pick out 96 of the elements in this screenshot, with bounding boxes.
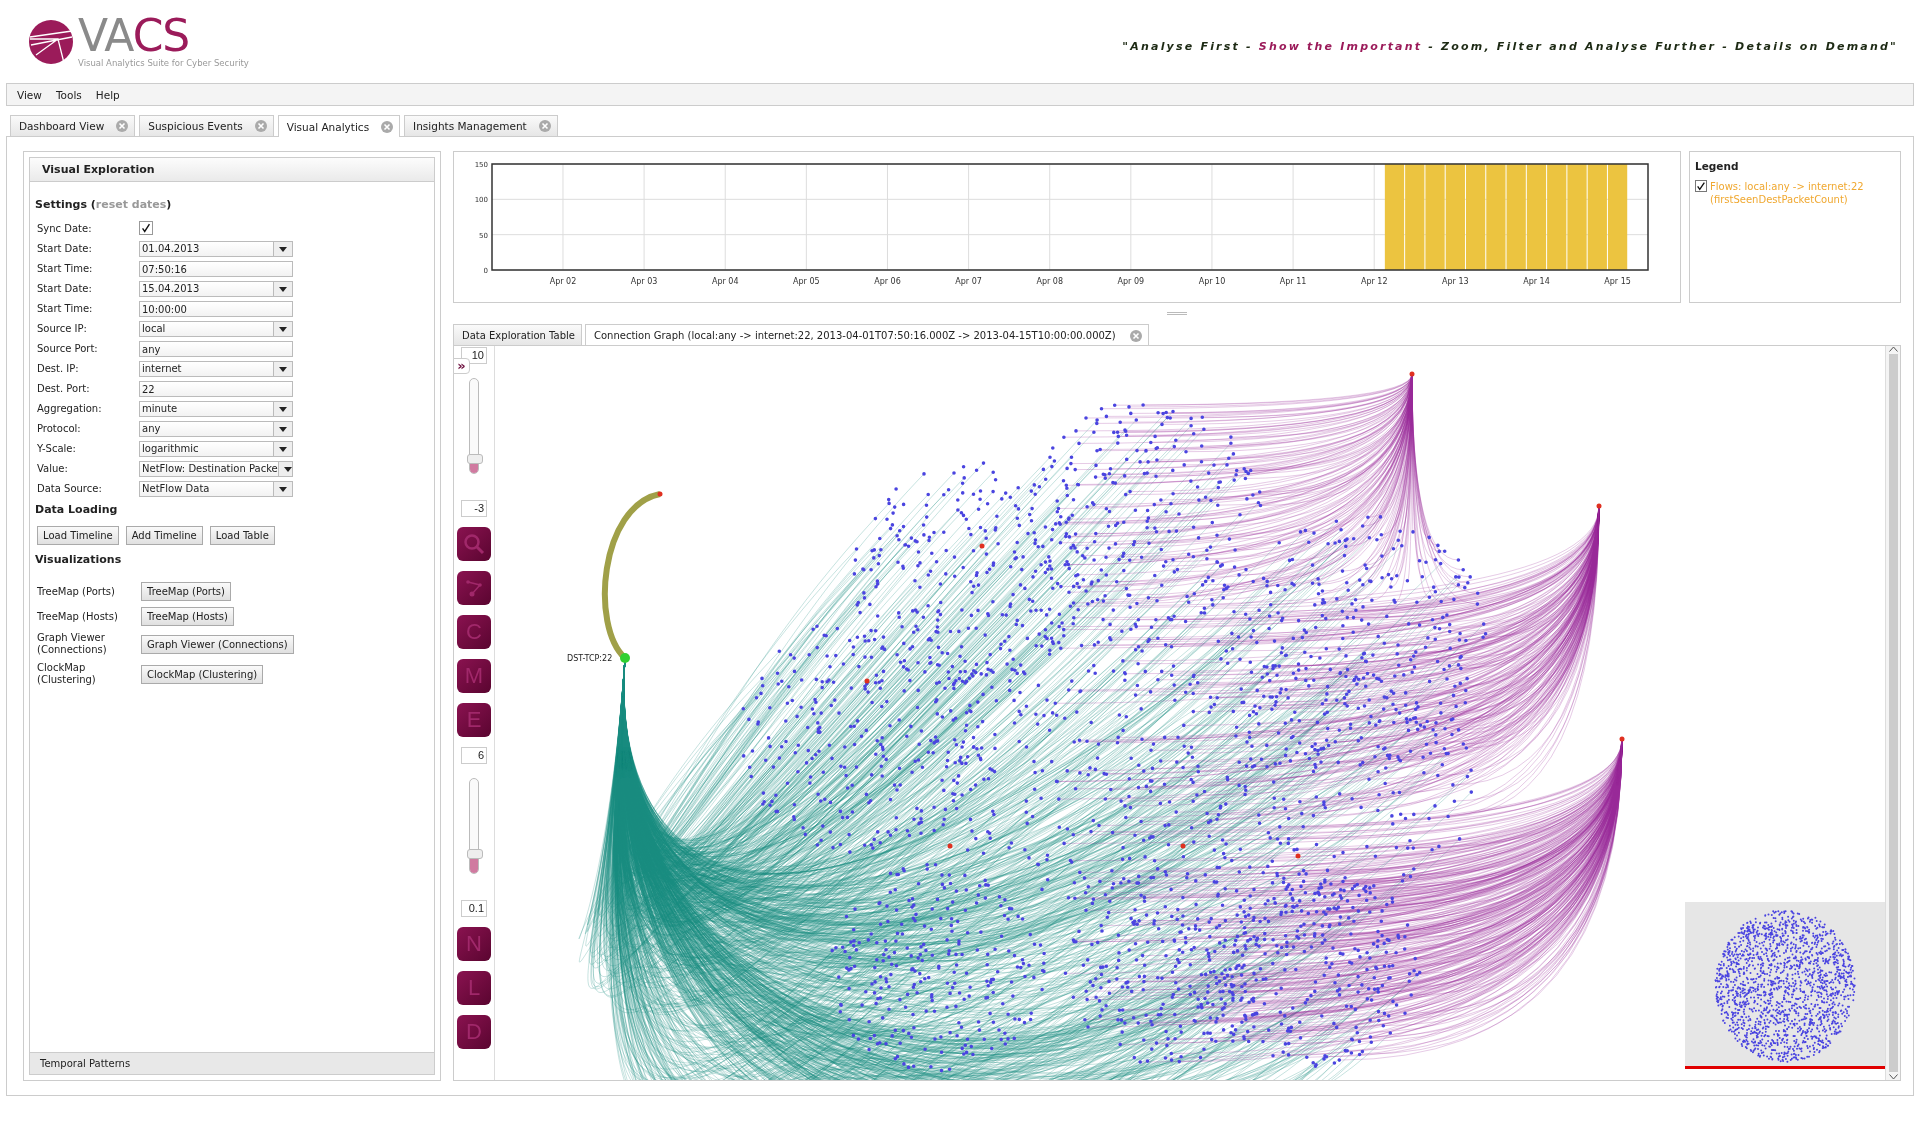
input-field[interactable]: 10:00:00	[139, 301, 293, 317]
dropdown[interactable]: local	[139, 321, 293, 337]
logo-icon	[28, 18, 74, 65]
input-field[interactable]: 22	[139, 381, 293, 397]
axis-label: Apr 14	[1523, 277, 1550, 286]
axis-label: Apr 04	[711, 277, 739, 286]
caret-icon[interactable]	[279, 326, 287, 332]
scrollbar[interactable]	[1885, 346, 1900, 1080]
panel-title: Visual Exploration	[30, 158, 434, 182]
tab[interactable]: Insights Management	[404, 115, 558, 136]
legend-checkbox[interactable]	[1695, 180, 1707, 192]
visualization-button[interactable]: TreeMap (Ports)	[141, 582, 231, 601]
dropdown[interactable]: logarithmic	[139, 441, 293, 457]
tab[interactable]: Suspicious Events	[139, 115, 274, 136]
tab[interactable]: Data Exploration Table	[453, 324, 582, 345]
field-label: Sync Date:	[37, 222, 93, 236]
section-title: Data Loading	[35, 503, 119, 516]
load-button[interactable]: Add Timeline	[125, 526, 203, 545]
caret-icon[interactable]	[279, 366, 287, 372]
visualization-button[interactable]: TreeMap (Hosts)	[141, 607, 234, 626]
field-label: Dest. Port:	[37, 382, 91, 396]
axis-label: Apr 15	[1604, 277, 1631, 286]
dropdown[interactable]: 01.04.2013	[139, 241, 293, 257]
axis-label: Apr 11	[1279, 277, 1307, 286]
field-label: Data Source:	[37, 482, 103, 496]
node-label: DST-TCP:22	[567, 654, 613, 663]
tab[interactable]: Connection Graph (local:any -> internet:22, 2013-04-01T07:50:16.000Z -> 2013-04-15T10:00:00.000Z)	[584, 324, 1149, 346]
input-field[interactable]: 07:50:16	[139, 261, 293, 277]
axis-label: Apr 02	[549, 277, 577, 286]
field-label: Start Date:	[37, 282, 93, 296]
slider-thumb[interactable]	[467, 849, 483, 860]
scroll-down-icon[interactable]	[1888, 1074, 1898, 1080]
expand-button[interactable]: »	[453, 358, 470, 374]
axis-label: Apr 05	[793, 277, 820, 286]
scroll-up-icon[interactable]	[1888, 346, 1898, 352]
visualization-button[interactable]: ClockMap (Clustering)	[141, 664, 264, 684]
axis-label: Apr 13	[1442, 277, 1469, 286]
visualization-label: TreeMap (Ports)	[37, 585, 116, 598]
tab[interactable]: Visual Analytics	[277, 115, 401, 137]
tagline: "Analyse First - Show the Important - Zoom, Filter and Analyse Further - Details on Demand"	[1122, 40, 1898, 53]
dropdown[interactable]: internet	[139, 361, 293, 377]
visualization-label: ClockMap (Clustering)	[37, 662, 97, 686]
caret-icon[interactable]	[279, 286, 287, 292]
tab[interactable]: Dashboard View	[10, 115, 136, 136]
load-button[interactable]: Load Table	[209, 526, 275, 545]
menu-item[interactable]: Tools	[49, 86, 88, 103]
dropdown[interactable]: 15.04.2013	[139, 281, 293, 297]
field-label: Dest. IP:	[37, 362, 80, 376]
legend-label: Flows: local:any -> internet:22 (firstSeenDestPacketCount)	[1710, 180, 1865, 206]
axis-label: Apr 08	[1036, 277, 1063, 286]
dropdown[interactable]: minute	[139, 401, 293, 417]
number-field[interactable]: -3	[461, 500, 487, 517]
input-field[interactable]: any	[139, 341, 293, 357]
sync-date-checkbox[interactable]	[139, 221, 153, 235]
field-label: Source IP:	[37, 322, 88, 336]
search-button[interactable]	[457, 527, 491, 561]
collapsed-panel-header[interactable]: Temporal Patterns	[30, 1052, 434, 1074]
slider-thumb[interactable]	[467, 453, 483, 464]
field-label: Start Time:	[37, 262, 94, 276]
axis-label: Apr 06	[874, 277, 901, 286]
axis-label: Apr 07	[955, 277, 982, 286]
caret-icon[interactable]	[279, 446, 287, 452]
caret-icon[interactable]	[279, 426, 287, 432]
app-subtitle: Visual Analytics Suite for Cyber Security	[78, 58, 249, 68]
caret-icon[interactable]	[279, 406, 287, 412]
dropdown[interactable]: any	[139, 421, 293, 437]
visualization-label: TreeMap (Hosts)	[37, 610, 119, 623]
node-link-icon[interactable]	[464, 578, 484, 598]
graph-button[interactable]	[457, 571, 491, 605]
caret-icon[interactable]	[283, 466, 292, 472]
number-field[interactable]: 0.1	[461, 900, 487, 917]
field-label: Aggregation:	[37, 402, 103, 416]
field-label: Start Time:	[37, 302, 94, 316]
axis-label: Apr 09	[1117, 277, 1145, 286]
visualization-button[interactable]: Graph Viewer (Connections)	[141, 634, 294, 654]
axis-label: Apr 12	[1360, 277, 1388, 286]
axis-label: Apr 10	[1198, 277, 1226, 286]
number-field[interactable]: 6	[461, 747, 487, 764]
load-button[interactable]: Load Timeline	[37, 526, 119, 545]
field-label: Protocol:	[37, 422, 82, 436]
legend-title: Legend	[1695, 160, 1740, 172]
menu-item[interactable]: Help	[89, 86, 126, 103]
axis-label: Apr 03	[630, 277, 658, 286]
app-name: VACS	[78, 15, 190, 57]
dropdown[interactable]: NetFlow: Destination Packe	[139, 461, 293, 477]
menu-item[interactable]: View	[11, 86, 48, 103]
field-label: Source Port:	[37, 342, 99, 356]
dropdown[interactable]: NetFlow Data	[139, 481, 293, 497]
field-label: Start Date:	[37, 242, 93, 256]
caret-icon[interactable]	[279, 486, 287, 492]
settings-heading: Settings (reset dates)	[35, 198, 173, 211]
caret-icon[interactable]	[279, 246, 287, 252]
field-label: Y-Scale:	[37, 442, 77, 456]
section-title: Visualizations	[35, 553, 123, 566]
visualization-label: Graph Viewer (Connections)	[37, 632, 108, 656]
field-label: Value:	[37, 462, 69, 476]
